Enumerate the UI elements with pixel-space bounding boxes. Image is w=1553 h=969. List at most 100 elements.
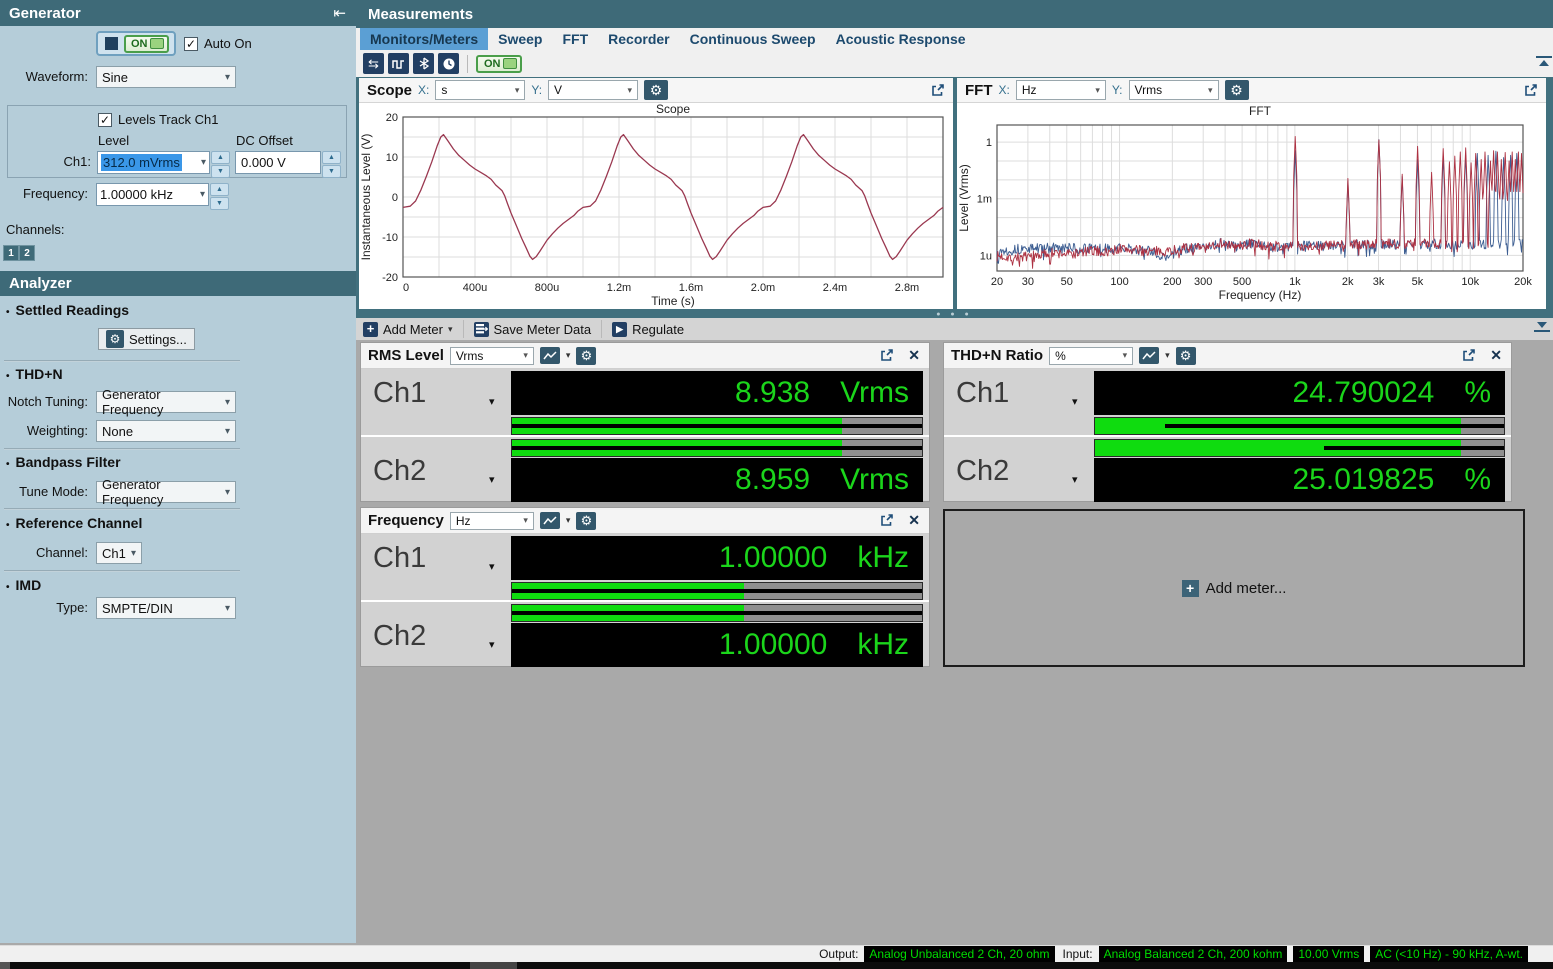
close-icon[interactable]: ✕ [908,512,920,529]
save-meter-data-button[interactable]: Save Meter Data [474,322,592,337]
waveform-select[interactable]: Sine ▾ [96,66,236,88]
rms-popout-icon[interactable] [879,348,894,363]
collapse-panel-icon[interactable] [1536,56,1552,66]
svg-text:Time (s): Time (s) [651,294,695,308]
thdn-settings-gear-icon[interactable]: ⚙ [1176,347,1196,365]
chevron-down-icon[interactable]: ▾ [1072,473,1078,486]
chevron-down-icon[interactable]: ▾ [1165,350,1170,361]
io-swap-icon[interactable]: ⇆ [363,53,384,74]
fft-popout-icon[interactable] [1523,83,1538,98]
fft-x-select[interactable]: Hz▾ [1016,80,1106,100]
levels-track-checkbox[interactable]: ✓ Levels Track Ch1 [98,112,218,127]
meter-chart-icon[interactable] [1139,347,1159,364]
thdn-popout-icon[interactable] [1461,348,1476,363]
settings-button[interactable]: ⚙ Settings... [98,328,195,350]
meter-display: 24.790024 % [1094,371,1505,415]
chevron-down-icon[interactable]: ▾ [1072,395,1078,408]
notch-tuning-select[interactable]: Generator Frequency▾ [96,391,236,413]
input-range-badge[interactable]: 10.00 Vrms [1293,946,1364,962]
measurement-on-toggle[interactable]: ON [476,55,522,73]
tab-recorder[interactable]: Recorder [598,28,679,50]
chevron-down-icon[interactable]: ▾ [489,638,495,651]
chevron-down-icon[interactable]: ▾ [566,350,571,361]
imd-type-select[interactable]: SMPTE/DIN▾ [96,597,236,619]
bluetooth-icon[interactable] [413,53,434,74]
spin-up-icon[interactable]: ▲ [322,151,341,164]
frequency-meter: Frequency Hz▾ ▾ ⚙ ✕ Ch1 ▾ 1.00000 [360,507,930,667]
tab-sweep[interactable]: Sweep [488,28,552,50]
channel-select[interactable]: Ch1▾ [96,542,142,564]
thdn-ratio-meter: THD+N Ratio %▾ ▾ ⚙ ✕ Ch1 ▾ 24.7900 [943,342,1512,502]
chevron-down-icon[interactable]: ▾ [489,473,495,486]
frequency-meter-body: Ch1 ▾ 1.00000 kHz Ch2 ▾ [361,534,929,666]
channel-selector[interactable]: Ch1 [373,377,426,410]
spin-down-icon[interactable]: ▼ [210,197,229,210]
clock-icon[interactable] [438,53,459,74]
channel-selector[interactable]: Ch2 [373,455,426,488]
fft-settings-gear-icon[interactable]: ⚙ [1225,80,1249,100]
spin-down-icon[interactable]: ▼ [322,165,341,178]
chevron-down-icon: ▾ [225,426,230,437]
frequency-popout-icon[interactable] [879,513,894,528]
levels-track-label: Levels Track Ch1 [118,112,218,127]
input-filter-badge[interactable]: AC (<10 Hz) - 90 kHz, A-wt. [1370,946,1528,962]
horizontal-splitter[interactable]: ● ● ● [356,310,1553,318]
meters-grid: RMS Level Vrms▾ ▾ ⚙ ✕ Ch1 ▾ 8.938 [356,340,1553,945]
rms-settings-gear-icon[interactable]: ⚙ [576,347,596,365]
level-input[interactable]: 312.0 mVrms ▾ [97,151,210,174]
chevron-down-icon[interactable]: ▾ [489,395,495,408]
channel-1-button[interactable]: 1 [3,245,19,261]
fft-y-select[interactable]: Vrms▾ [1129,80,1219,100]
dock-pin-icon[interactable]: ⇤ [333,4,346,22]
channel-selector[interactable]: Ch2 [956,455,1009,488]
input-config-badge[interactable]: Analog Balanced 2 Ch, 200 kohm [1099,946,1288,962]
output-config-badge[interactable]: Analog Unbalanced 2 Ch, 20 ohm [864,946,1054,962]
scope-x-select[interactable]: s▾ [435,80,525,100]
channel-selector[interactable]: Ch2 [373,620,426,653]
chevron-down-icon[interactable]: ▾ [566,515,571,526]
spin-up-icon[interactable]: ▲ [211,151,230,164]
level-spinner[interactable]: ▲ ▼ [211,151,230,178]
signal-monitor-icon[interactable] [388,53,409,74]
frequency-unit-select[interactable]: Hz▾ [450,512,534,530]
scope-settings-gear-icon[interactable]: ⚙ [644,80,668,100]
spin-up-icon[interactable]: ▲ [210,183,229,196]
tune-mode-select[interactable]: Generator Frequency▾ [96,481,236,503]
meter-chart-icon[interactable] [540,347,560,364]
channel-selector[interactable]: Ch1 [373,542,426,575]
add-meter-button[interactable]: + Add Meter ▾ [363,322,453,337]
spin-down-icon[interactable]: ▼ [211,165,230,178]
tab-fft[interactable]: FFT [552,28,598,50]
generator-off-icon[interactable] [105,37,118,50]
thdn-unit-select[interactable]: %▾ [1049,347,1133,365]
scope-popout-icon[interactable] [930,83,945,98]
scope-header: Scope X: s▾ Y: V▾ ⚙ [359,78,953,103]
dc-offset-spinner[interactable]: ▲ ▼ [322,151,341,178]
scope-chart[interactable]: Scope0400u800u1.2m1.6m2.0m2.4m2.8m20100-… [359,103,953,309]
tab-continuous-sweep[interactable]: Continuous Sweep [680,28,826,50]
channel-2-button[interactable]: 2 [19,245,35,261]
frequency-spinner[interactable]: ▲ ▼ [210,183,229,210]
add-meter-placeholder[interactable]: + Add meter... [943,509,1525,667]
generator-on-switch[interactable]: ON [124,35,169,53]
taskbar-edge [0,962,1553,969]
frequency-input[interactable]: 1.00000 kHz ▾ [96,183,209,206]
rms-unit-select[interactable]: Vrms▾ [450,347,534,365]
auto-on-checkbox[interactable]: ✓ Auto On [184,36,252,51]
tab-monitors-meters[interactable]: Monitors/Meters [360,28,488,50]
tab-acoustic-response[interactable]: Acoustic Response [826,28,976,50]
dc-offset-input[interactable]: 0.000 V [235,151,321,174]
fft-chart[interactable]: FFT2030501002003005001k2k3k5k10k20k11m1u… [957,103,1546,309]
close-icon[interactable]: ✕ [1490,347,1502,364]
frequency-settings-gear-icon[interactable]: ⚙ [576,512,596,530]
regulate-button[interactable]: ▶ Regulate [612,322,684,337]
meter-chart-icon[interactable] [540,512,560,529]
close-icon[interactable]: ✕ [908,347,920,364]
scope-y-select[interactable]: V▾ [548,80,638,100]
meter-row: Ch1 ▾ 8.938 Vrms [361,369,929,435]
export-meters-icon[interactable] [1534,322,1550,332]
channel-selector[interactable]: Ch1 [956,377,1009,410]
chevron-down-icon[interactable]: ▾ [489,560,495,573]
generator-on-toggle[interactable]: ON [96,31,176,56]
weighting-select[interactable]: None▾ [96,420,236,442]
